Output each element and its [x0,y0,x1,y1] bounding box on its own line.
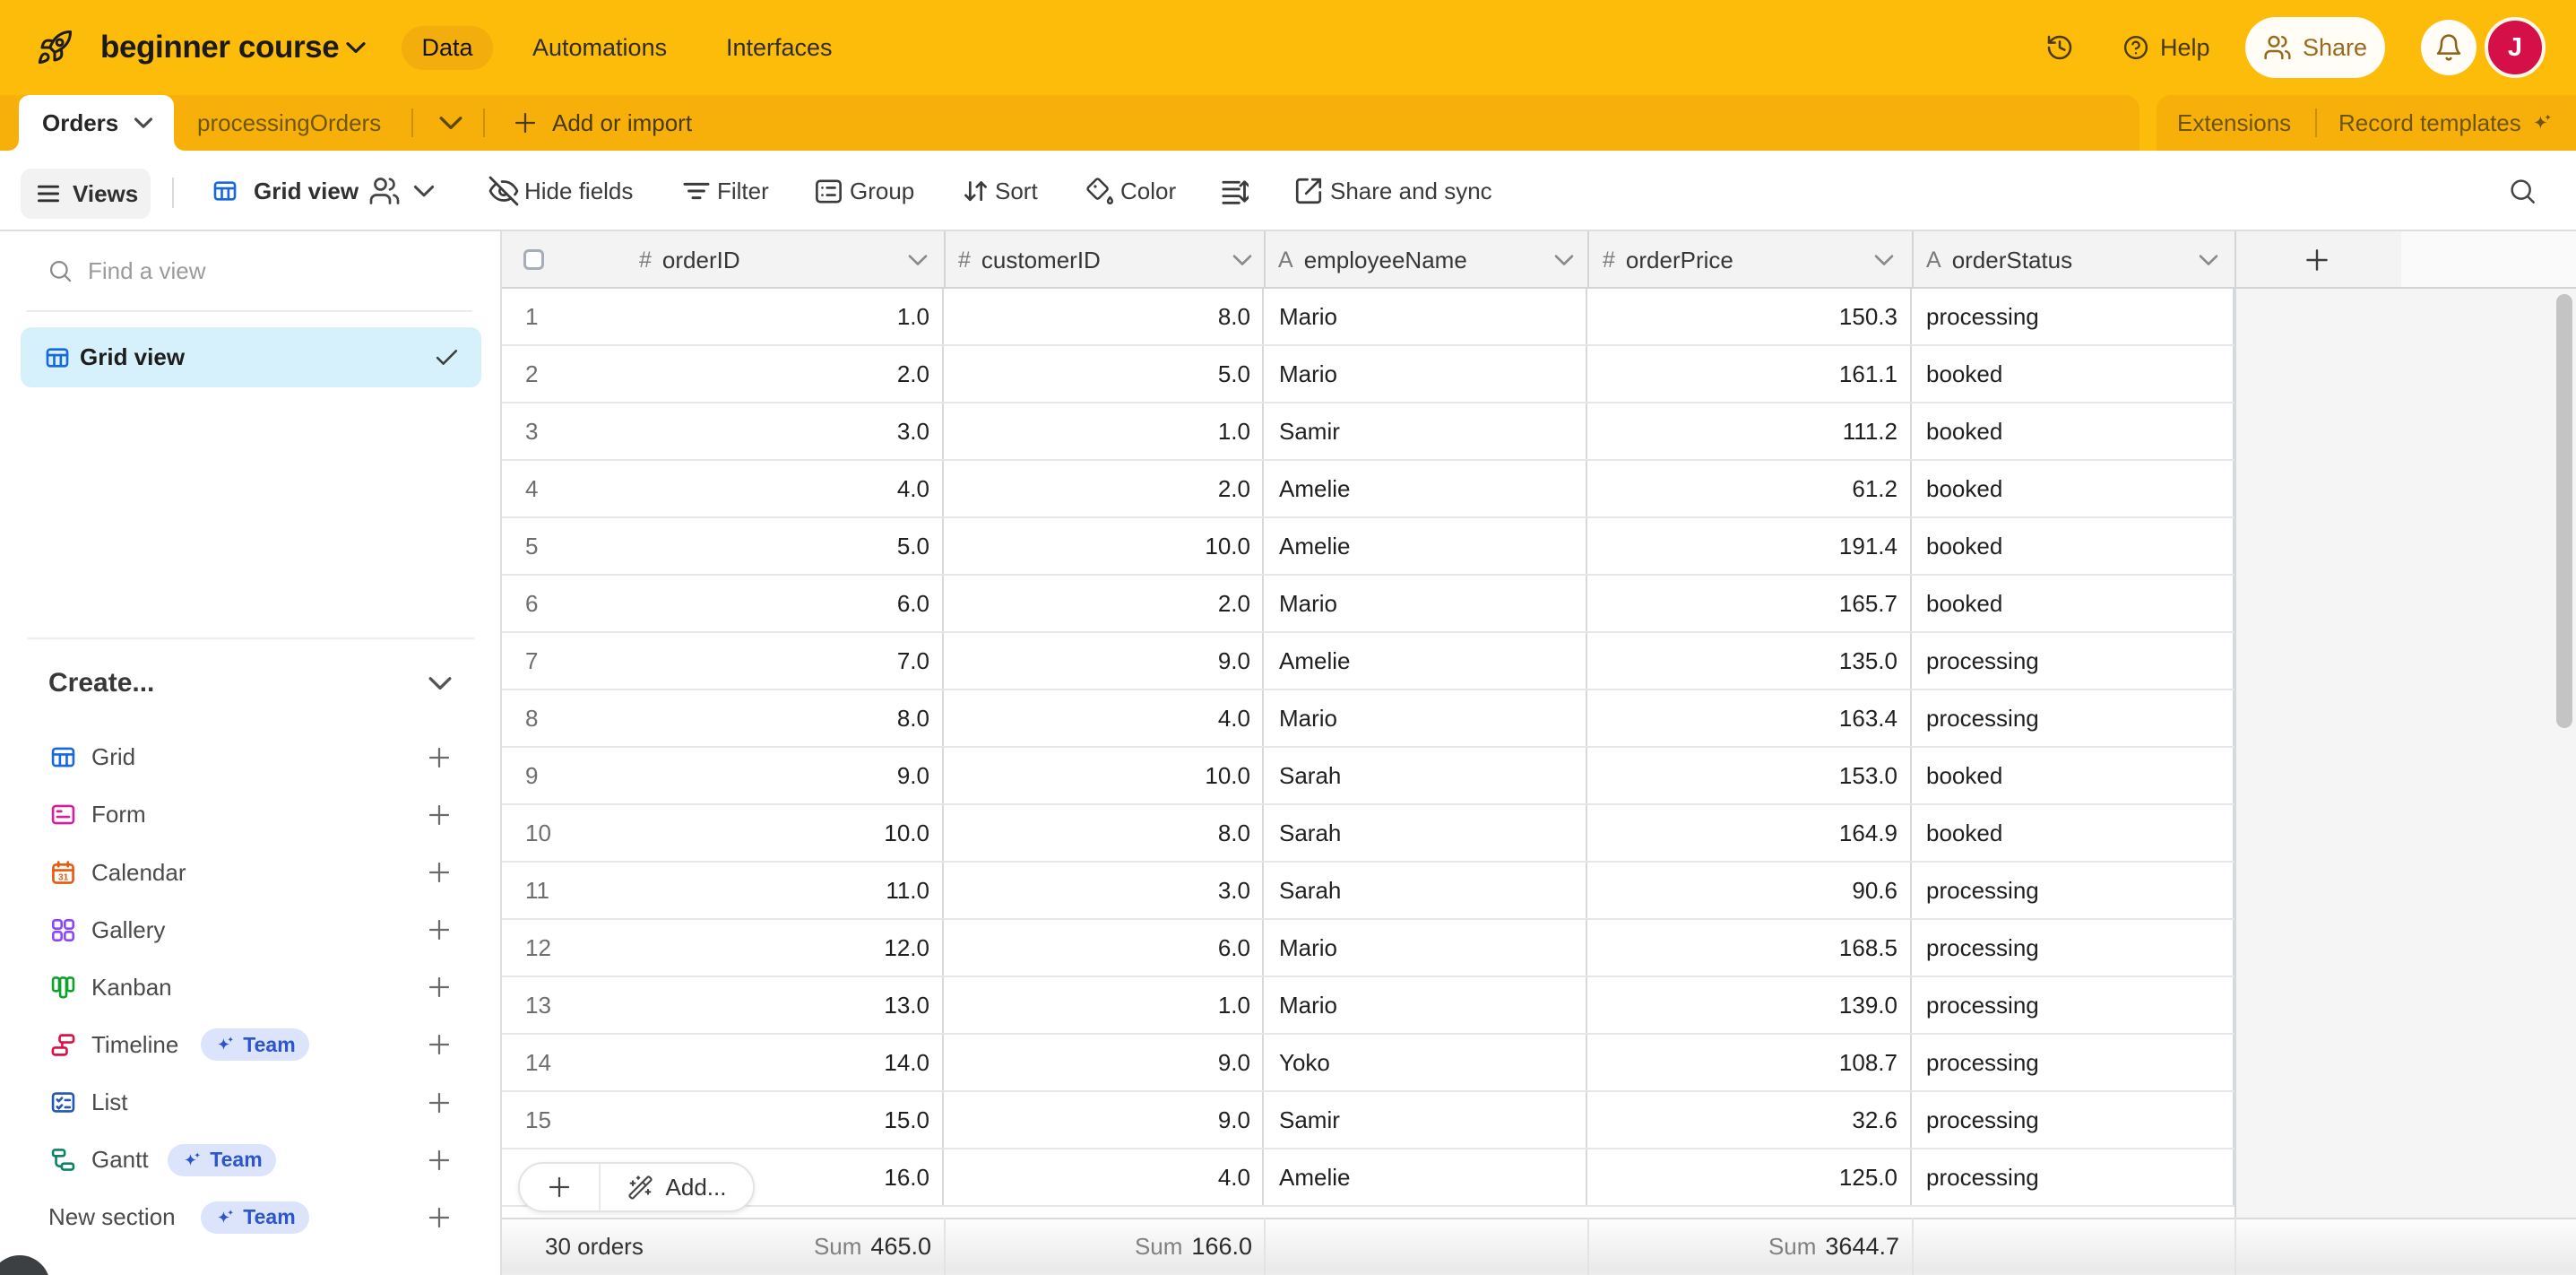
svg-text:31: 31 [58,872,69,882]
